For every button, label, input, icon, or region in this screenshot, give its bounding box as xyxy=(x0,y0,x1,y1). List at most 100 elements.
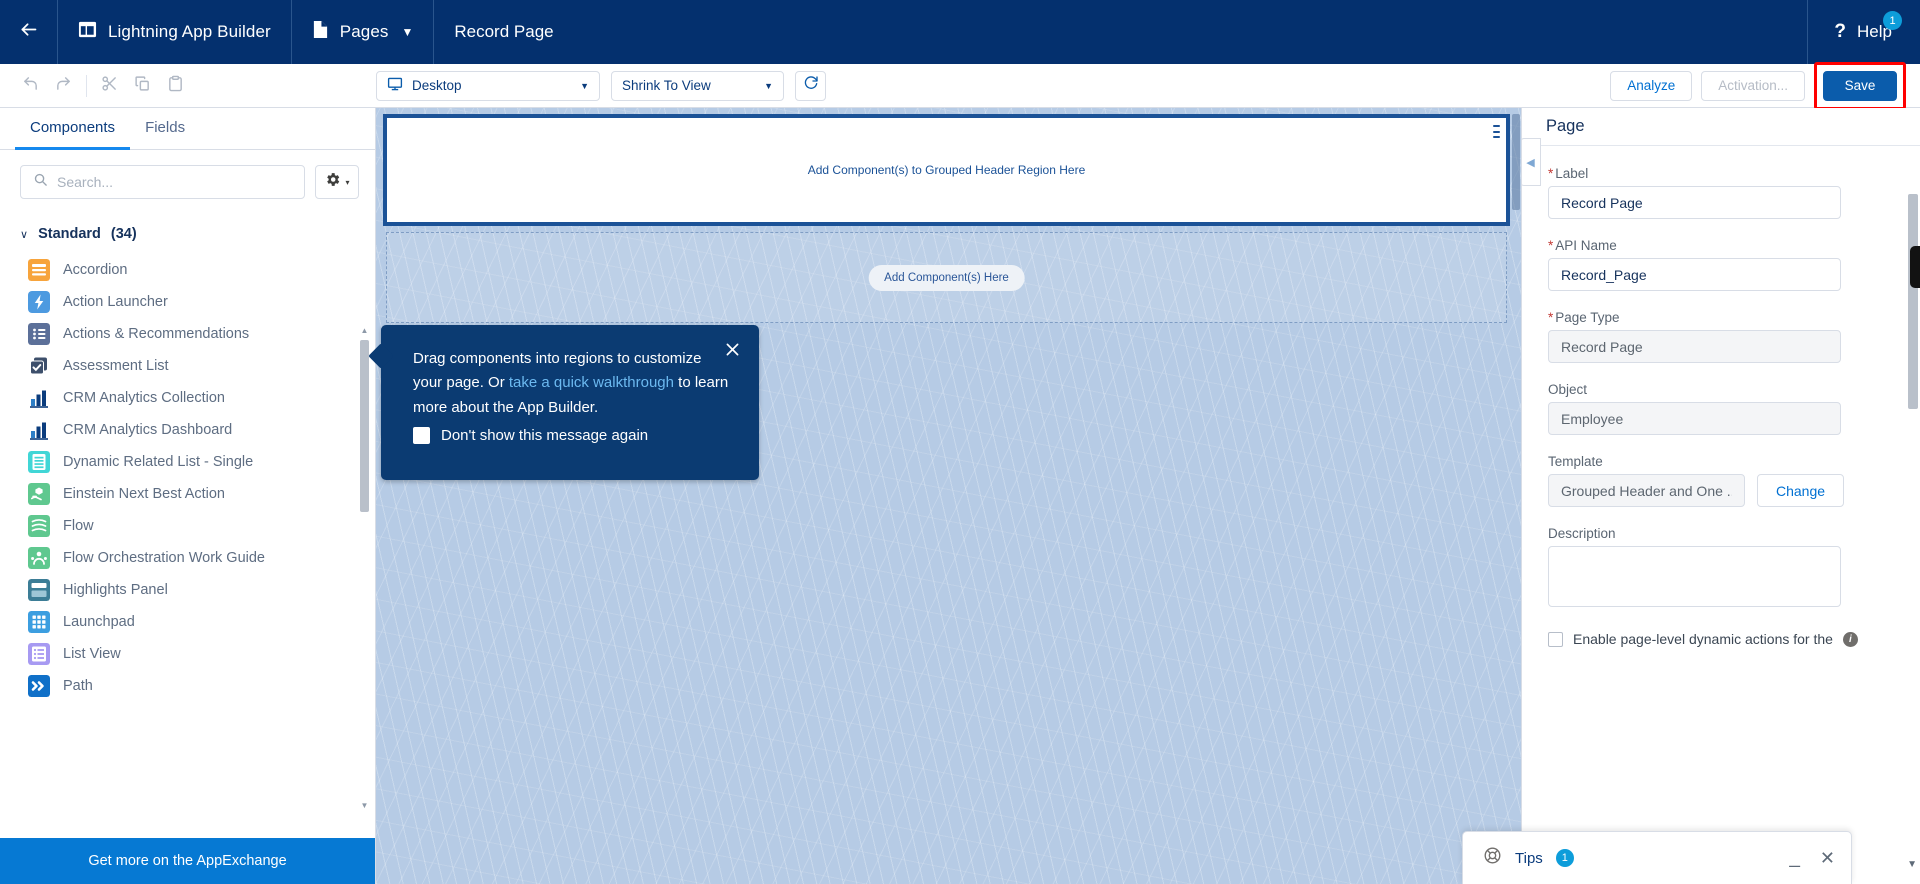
scrollbar-thumb[interactable] xyxy=(360,340,369,512)
walkthrough-link[interactable]: take a quick walkthrough xyxy=(509,374,674,391)
drag-grip-icon[interactable] xyxy=(1493,125,1500,138)
api-name-input[interactable] xyxy=(1548,258,1841,291)
page-type-field-caption: * Page Type xyxy=(1548,310,1892,325)
copy-button[interactable] xyxy=(126,72,159,100)
cut-button[interactable] xyxy=(93,72,126,100)
component-label: CRM Analytics Dashboard xyxy=(63,422,233,438)
dynamic-related-list-icon xyxy=(28,451,50,473)
label-input[interactable] xyxy=(1548,186,1841,219)
search-input[interactable] xyxy=(57,174,292,190)
flow-icon xyxy=(28,515,50,537)
tips-dock-left[interactable]: Tips 1 xyxy=(1483,846,1574,870)
component-crm-analytics-dashboard[interactable]: CRM Analytics Dashboard xyxy=(0,414,375,446)
dynamic-actions-row[interactable]: Enable page-level dynamic actions for th… xyxy=(1548,631,1892,647)
chevron-down-icon: ▾ xyxy=(345,177,350,187)
component-flow-orchestration-work-guide[interactable]: Flow Orchestration Work Guide xyxy=(0,542,375,574)
paste-button[interactable] xyxy=(159,72,192,100)
component-crm-analytics-collection[interactable]: CRM Analytics Collection xyxy=(0,382,375,414)
label-caption-text: Label xyxy=(1555,166,1589,181)
help-button[interactable]: ? Help 1 xyxy=(1807,0,1920,64)
component-path[interactable]: Path xyxy=(0,670,375,702)
scroll-up-icon[interactable]: ▲ xyxy=(360,326,369,335)
component-settings-button[interactable]: ▾ xyxy=(315,165,359,199)
component-dynamic-related-list[interactable]: Dynamic Related List - Single xyxy=(0,446,375,478)
appexchange-link[interactable]: Get more on the AppExchange xyxy=(0,838,375,884)
back-button[interactable] xyxy=(0,0,58,64)
refresh-icon xyxy=(803,75,819,96)
scroll-down-icon[interactable]: ▼ xyxy=(360,801,369,810)
app-builder-icon xyxy=(78,20,97,44)
add-components-pill[interactable]: Add Component(s) Here xyxy=(868,264,1025,291)
undo-button[interactable] xyxy=(14,72,47,100)
lifebuoy-icon xyxy=(1483,846,1502,870)
search-box[interactable] xyxy=(20,165,305,199)
chevron-down-icon: ▼ xyxy=(580,80,589,91)
component-list-view[interactable]: List View xyxy=(0,638,375,670)
object-field-caption: Object xyxy=(1548,382,1588,397)
component-flow[interactable]: Flow xyxy=(0,510,375,542)
component-label: Launchpad xyxy=(63,614,135,630)
desktop-icon xyxy=(387,76,403,95)
api-name-field-caption: * API Name xyxy=(1548,238,1892,253)
tips-close-button[interactable]: ✕ xyxy=(1820,848,1835,869)
component-label: Flow Orchestration Work Guide xyxy=(63,550,265,566)
dont-show-again-checkbox[interactable] xyxy=(413,426,430,444)
popover-close-button[interactable] xyxy=(721,338,743,360)
component-label: Path xyxy=(63,678,93,694)
tips-minimize-button[interactable]: _ xyxy=(1789,848,1800,867)
grouped-header-region[interactable]: Add Component(s) to Grouped Header Regio… xyxy=(383,114,1510,226)
path-icon xyxy=(28,675,50,697)
main-region[interactable]: Add Component(s) Here xyxy=(386,232,1507,323)
toolbar-actions-group: Analyze Activation... Save xyxy=(1610,61,1920,110)
component-highlights-panel[interactable]: Highlights Panel xyxy=(0,574,375,606)
field-description: Description xyxy=(1548,526,1892,612)
properties-scrollbar-thumb[interactable] xyxy=(1908,194,1918,409)
component-action-launcher[interactable]: Action Launcher xyxy=(0,286,375,318)
zoom-selector[interactable]: Shrink To View ▼ xyxy=(611,70,784,101)
info-icon[interactable]: i xyxy=(1842,631,1858,647)
refresh-button[interactable] xyxy=(795,70,826,101)
highlights-panel-icon xyxy=(28,579,50,601)
tab-components[interactable]: Components xyxy=(15,108,131,150)
section-standard[interactable]: ∨ Standard (34) xyxy=(0,218,375,254)
canvas-scrollbar-thumb[interactable] xyxy=(1512,114,1520,210)
activation-button[interactable]: Activation... xyxy=(1701,70,1805,101)
page-properties-title: Page xyxy=(1522,108,1920,146)
redo-button[interactable] xyxy=(47,72,80,100)
component-label: Einstein Next Best Action xyxy=(63,486,225,502)
save-button[interactable]: Save xyxy=(1823,70,1897,101)
tab-fields[interactable]: Fields xyxy=(130,108,200,150)
component-assessment-list[interactable]: Assessment List xyxy=(0,350,375,382)
dynamic-actions-checkbox[interactable] xyxy=(1548,631,1563,647)
components-search-row: ▾ xyxy=(0,150,375,212)
scroll-down-icon[interactable]: ▼ xyxy=(1907,859,1917,870)
list-view-icon xyxy=(28,643,50,665)
component-actions-recommendations[interactable]: Actions & Recommendations xyxy=(0,318,375,350)
canvas-scrollbar[interactable] xyxy=(1511,108,1521,884)
collapse-panel-button[interactable]: ◀ xyxy=(1522,138,1541,186)
device-selector-value: Desktop xyxy=(412,78,462,93)
properties-scrollbar[interactable]: ▼ xyxy=(1907,194,1918,870)
chevron-down-icon: ▼ xyxy=(764,80,773,91)
analyze-button[interactable]: Analyze xyxy=(1610,70,1693,101)
tips-label[interactable]: Tips xyxy=(1515,850,1543,867)
field-page-type: * Page Type xyxy=(1548,310,1892,363)
edit-actions-group xyxy=(0,72,192,100)
section-count: (34) xyxy=(110,226,137,242)
description-textarea[interactable] xyxy=(1548,546,1841,607)
dont-show-again-row[interactable]: Don't show this message again xyxy=(413,426,735,444)
undo-icon xyxy=(22,75,39,97)
accordion-icon xyxy=(28,259,50,281)
edge-handle[interactable] xyxy=(1910,246,1920,288)
component-launchpad[interactable]: Launchpad xyxy=(0,606,375,638)
change-template-button[interactable]: Change xyxy=(1757,474,1845,507)
device-selector[interactable]: Desktop ▼ xyxy=(376,70,600,101)
section-label: Standard xyxy=(38,226,101,242)
components-panel: Components Fields ▾ xyxy=(0,108,376,884)
popover-message: Drag components into regions to customiz… xyxy=(413,347,731,420)
component-einstein-next-best-action[interactable]: Einstein Next Best Action xyxy=(0,478,375,510)
pages-menu-button[interactable]: Pages ▼ xyxy=(292,0,435,64)
components-scrollbar[interactable]: ▲ ▼ xyxy=(360,326,369,810)
page-properties-form: *Label *API Name *Page Type Object xyxy=(1522,146,1920,647)
component-accordion[interactable]: Accordion xyxy=(0,254,375,286)
